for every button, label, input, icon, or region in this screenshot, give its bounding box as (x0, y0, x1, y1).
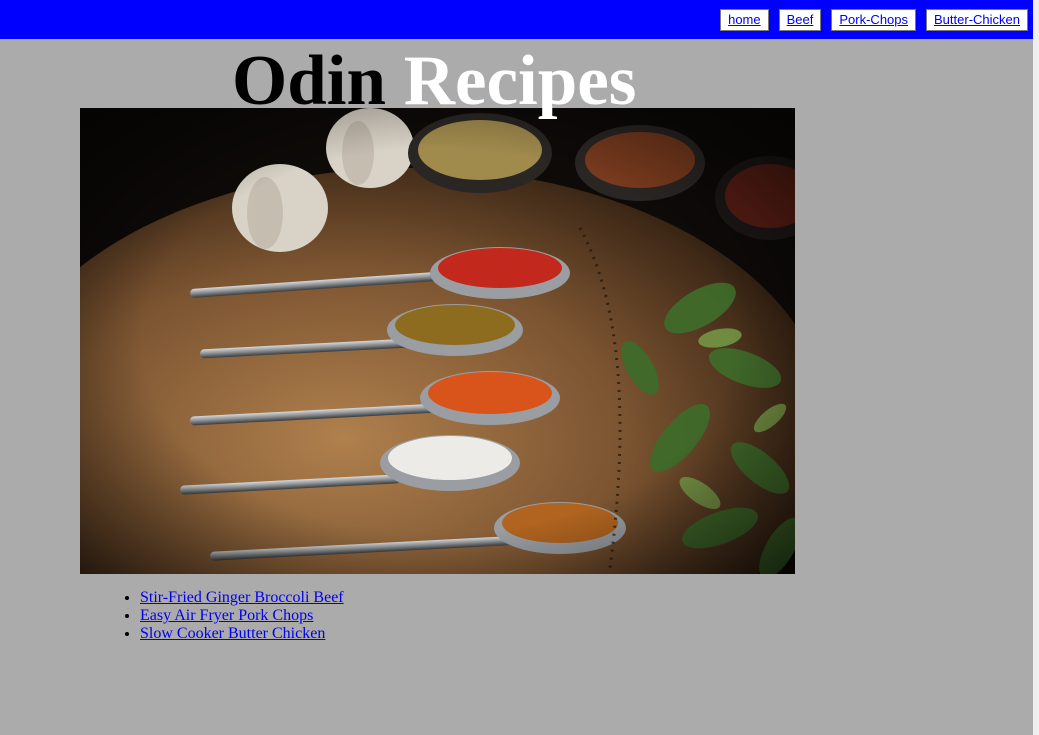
nav-butter-chicken-button[interactable]: Butter-Chicken (926, 9, 1028, 31)
nav-buttons: home Beef Pork-Chops Butter-Chicken (720, 9, 1028, 31)
title-word-recipes: Recipes (403, 42, 637, 120)
recipe-link-butter-chicken[interactable]: Slow Cooker Butter Chicken (140, 625, 325, 642)
hero-image (80, 108, 795, 574)
list-item: Easy Air Fryer Pork Chops (140, 607, 344, 625)
spices-photo-illustration (80, 108, 795, 574)
nav-beef-button[interactable]: Beef (778, 9, 822, 31)
recipe-link-pork-chops[interactable]: Easy Air Fryer Pork Chops (140, 607, 313, 624)
recipe-link-broccoli-beef[interactable]: Stir-Fried Ginger Broccoli Beef (140, 589, 344, 606)
list-item: Slow Cooker Butter Chicken (140, 625, 344, 643)
list-item: Stir-Fried Ginger Broccoli Beef (140, 589, 344, 607)
nav-home-button[interactable]: home (720, 9, 769, 31)
page-title: Odin Recipes (232, 38, 636, 124)
nav-pork-chops-button[interactable]: Pork-Chops (831, 9, 917, 31)
top-navigation-bar: home Beef Pork-Chops Butter-Chicken (0, 0, 1033, 39)
recipe-list: Stir-Fried Ginger Broccoli Beef Easy Air… (100, 589, 344, 643)
title-word-odin: Odin (232, 42, 386, 120)
page-scrollbar[interactable] (1033, 0, 1039, 735)
